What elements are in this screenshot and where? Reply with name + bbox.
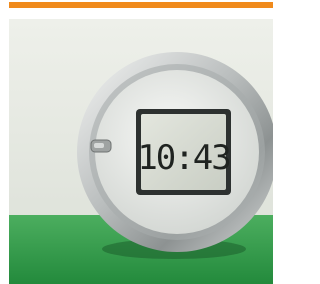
clock-time-display: 10:43	[137, 138, 229, 178]
clock-photo: 10:43	[9, 19, 273, 284]
clock-image: 10:43	[9, 19, 273, 284]
header-accent-bar	[9, 2, 273, 8]
